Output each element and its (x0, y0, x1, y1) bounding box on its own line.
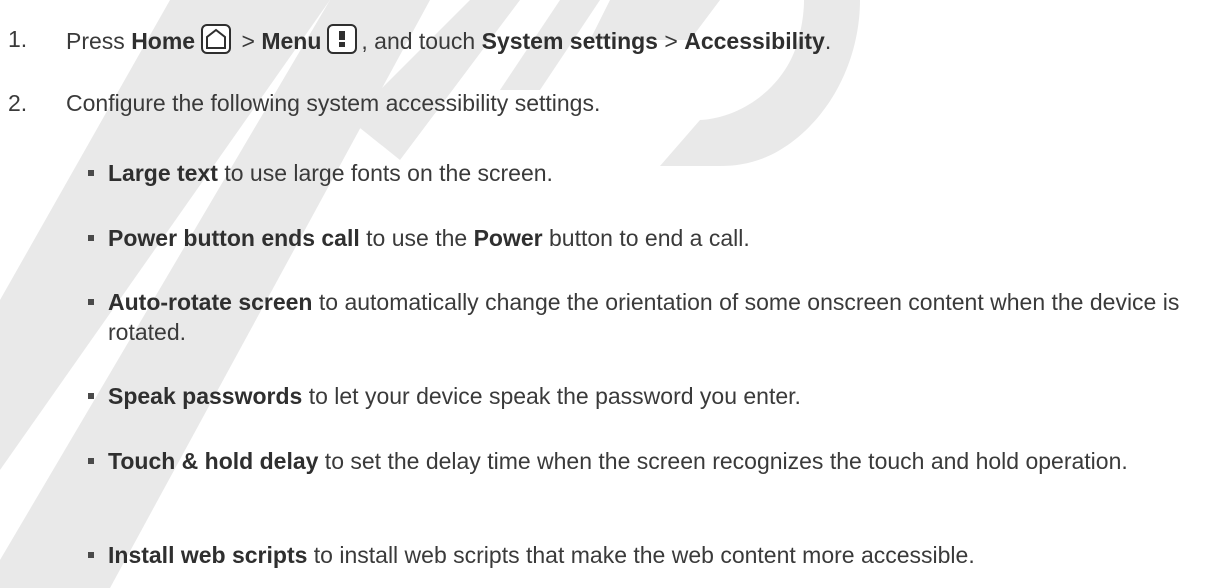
list-item-text: Large text to use large fonts on the scr… (108, 158, 1218, 188)
home-label: Home (131, 28, 196, 54)
list-item-text: Speak passwords to let your device speak… (108, 381, 1218, 411)
step-text: Configure the following system accessibi… (66, 90, 601, 116)
setting-term: Speak passwords (108, 383, 303, 409)
list-item-text: Power button ends call to use the Power … (108, 223, 1218, 253)
list-item-text: Auto-rotate screen to automatically chan… (108, 287, 1198, 347)
setting-description: button to end a call. (542, 225, 750, 251)
bullet-marker (88, 235, 94, 241)
instructions: 1. Press Home > Menu , and touch System s… (0, 0, 1227, 588)
bullet-marker (88, 393, 94, 399)
setting-description: to use large fonts on the screen. (217, 160, 553, 186)
home-button-icon (201, 24, 232, 54)
setting-term: Power button ends call (108, 225, 360, 251)
system-settings-label: System settings (481, 28, 658, 54)
setting-term: Install web scripts (108, 542, 308, 568)
accessibility-label: Accessibility (684, 28, 825, 54)
setting-term: Large text (108, 160, 218, 186)
setting-description: to install web scripts that make the web… (307, 542, 975, 568)
separator: > (664, 28, 678, 54)
step-number: 2. (8, 90, 28, 116)
separator: > (241, 28, 255, 54)
list-item-text: Install web scripts to install web scrip… (108, 540, 1218, 570)
setting-description: to let your device speak the password yo… (302, 383, 801, 409)
touch-text: , and touch (361, 28, 476, 54)
menu-label: Menu (261, 28, 322, 54)
setting-term: Touch & hold delay (108, 448, 319, 474)
step-text: Press Home > Menu , and touch System sett… (66, 24, 831, 56)
setting-term: Auto-rotate screen (108, 289, 313, 315)
bullet-marker (88, 299, 94, 305)
setting-description: to use the (359, 225, 474, 251)
power-label: Power (473, 225, 543, 251)
list-item-text: Touch & hold delay to set the delay time… (108, 446, 1198, 476)
setting-description: to set the delay time when the screen re… (318, 448, 1128, 474)
period: . (824, 28, 832, 54)
bullet-marker (88, 170, 94, 176)
menu-button-icon (327, 24, 358, 54)
bullet-marker (88, 552, 94, 558)
step-number: 1. (8, 26, 28, 52)
bullet-marker (88, 458, 94, 464)
press-word: Press (66, 28, 125, 54)
